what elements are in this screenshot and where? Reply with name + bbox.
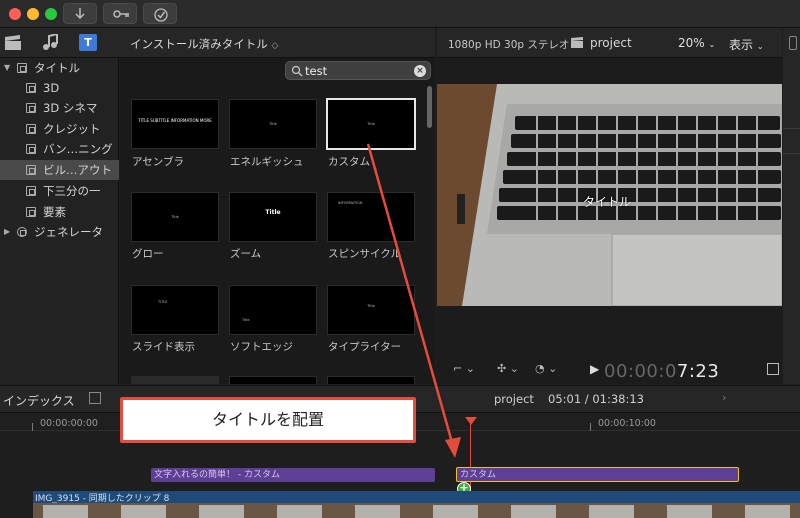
annotation-callout: タイトルを配置	[120, 397, 416, 443]
callout-text: タイトルを配置	[211, 410, 324, 429]
